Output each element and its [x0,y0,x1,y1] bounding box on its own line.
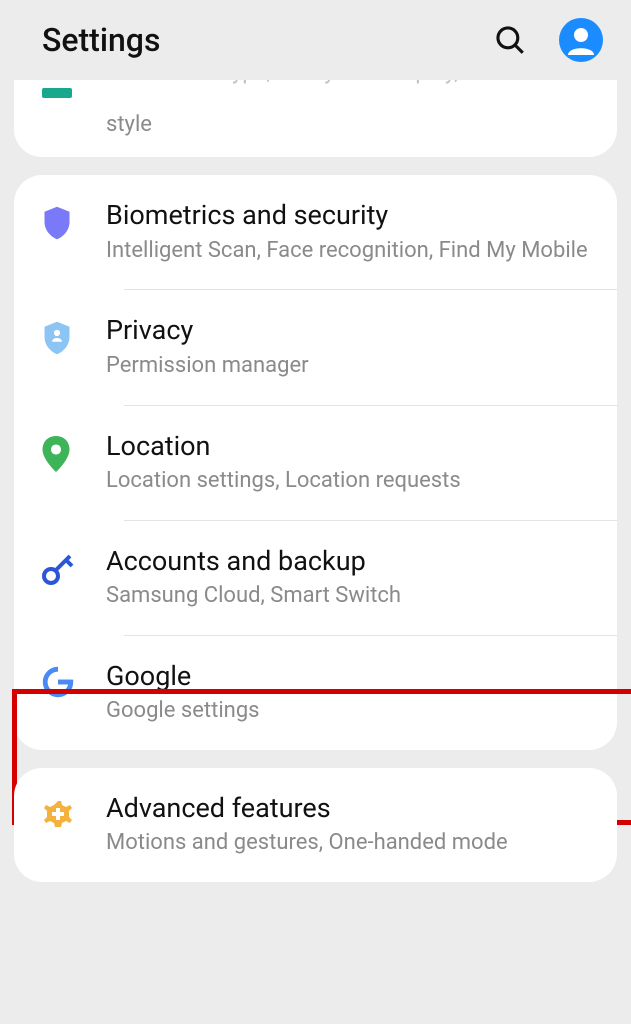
item-title: Advanced features [106,792,589,824]
item-title: Accounts and backup [106,545,589,577]
item-title: Location [106,430,589,462]
shield-icon [42,199,106,265]
item-subtitle: Location settings, Location requests [106,466,589,496]
page-title: Settings [42,21,493,59]
location-pin-icon [42,430,106,496]
item-subtitle: Samsung Cloud, Smart Switch [106,581,589,611]
settings-item-google[interactable]: Google Google settings [14,636,617,750]
privacy-shield-icon [42,314,106,380]
profile-icon[interactable] [559,18,603,62]
key-icon [42,545,106,611]
settings-item-biometrics[interactable]: Biometrics and security Intelligent Scan… [14,175,617,289]
item-title: Biometrics and security [106,199,589,231]
settings-item-advanced[interactable]: Advanced features Motions and gestures, … [14,768,617,882]
header: Settings [0,0,631,80]
settings-item-location[interactable]: Location Location settings, Location req… [14,406,617,520]
item-title: Google [106,660,589,692]
settings-group-main: Biometrics and security Intelligent Scan… [14,175,617,749]
settings-item-lockscreen[interactable]: Screen lock type, Always On Display, Clo… [14,80,617,139]
item-subtitle: Google settings [106,696,589,726]
search-icon[interactable] [493,23,527,57]
google-icon [42,660,106,726]
lockscreen-icon [42,80,106,106]
item-subtitle: Intelligent Scan, Face recognition, Find… [106,236,589,266]
gear-plus-icon [42,792,106,858]
settings-group-bottom: Advanced features Motions and gestures, … [14,768,617,882]
settings-item-accounts[interactable]: Accounts and backup Samsung Cloud, Smart… [14,521,617,635]
item-subtitle: Motions and gestures, One-handed mode [106,828,589,858]
header-actions [493,18,603,62]
settings-item-privacy[interactable]: Privacy Permission manager [14,290,617,404]
settings-group-partial: Screen lock type, Always On Display, Clo… [14,80,617,157]
item-subtitle: Permission manager [106,351,589,381]
item-title: Privacy [106,314,589,346]
